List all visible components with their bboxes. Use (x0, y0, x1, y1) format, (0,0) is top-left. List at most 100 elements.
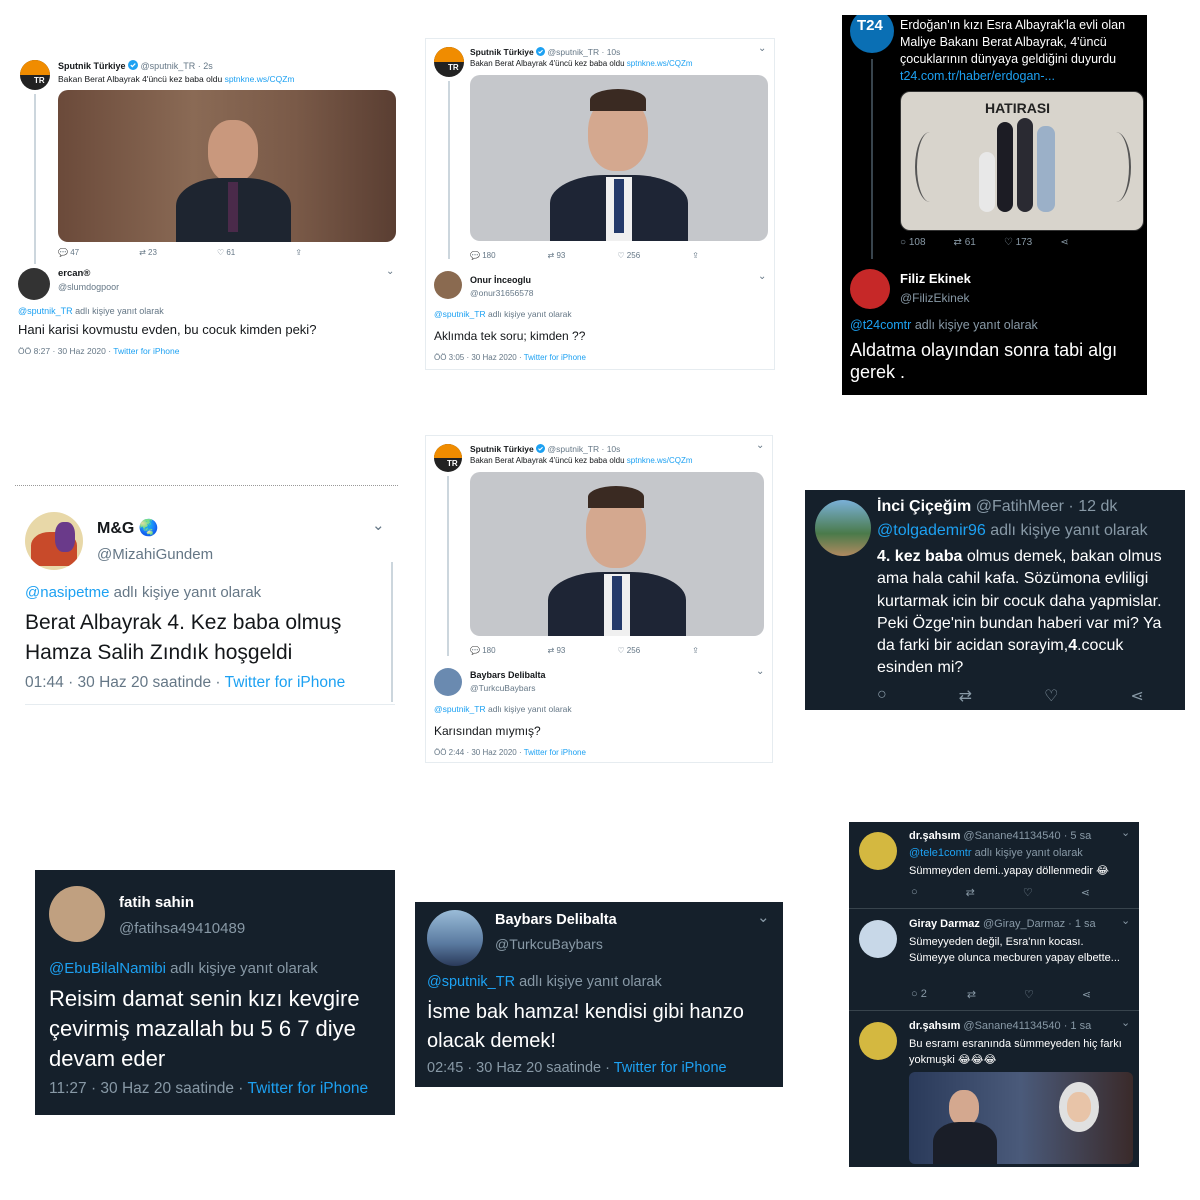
like-icon[interactable]: ♡ (1023, 886, 1033, 899)
onur-avatar[interactable] (434, 271, 462, 299)
reply-source[interactable]: Twitter for iPhone (113, 346, 179, 356)
filiz-avatar[interactable] (850, 269, 890, 309)
reply-icon[interactable]: 💬 180 (470, 646, 496, 655)
chevron-down-icon[interactable]: ⌄ (1121, 1016, 1130, 1029)
mg-avatar[interactable] (25, 512, 83, 570)
author-name[interactable]: Sputnik Türkiye (470, 444, 534, 454)
reply-author-name[interactable]: ercan® (58, 268, 90, 279)
reply-icon[interactable]: ○ (877, 686, 887, 706)
drsahsim-avatar[interactable] (859, 1022, 897, 1060)
tweet-link[interactable]: t24.com.tr/haber/erdogan-... (900, 69, 1055, 83)
drsahsim-avatar[interactable] (859, 832, 897, 870)
chevron-down-icon[interactable]: ⌄ (758, 271, 766, 282)
reply-author-handle[interactable]: @FilizEkinek (900, 291, 970, 305)
share-icon[interactable]: ⇪ (692, 646, 699, 655)
chevron-down-icon[interactable]: ⌄ (1121, 914, 1130, 927)
reply-author-handle[interactable]: @onur31656578 (470, 288, 533, 298)
like-icon[interactable]: ♡ (1024, 988, 1034, 1001)
share-icon[interactable]: ⇪ (295, 248, 302, 257)
share-icon[interactable]: ⋖ (1082, 988, 1091, 1001)
chevron-down-icon[interactable]: ⌄ (372, 516, 385, 534)
retweet-icon[interactable]: ⇄ (966, 886, 975, 899)
like-icon[interactable]: ♡ 173 (1004, 237, 1032, 248)
tweet-photo-albayrak[interactable] (470, 75, 768, 241)
sputnik-avatar[interactable]: TR (434, 47, 464, 77)
chevron-down-icon[interactable]: ⌄ (1121, 826, 1130, 839)
reply-author-handle[interactable]: @TurkcuBaybars (470, 683, 535, 693)
retweet-icon[interactable]: ⇄ (967, 988, 976, 1001)
reply-author-name[interactable]: Filiz Ekinek (900, 271, 971, 286)
author-handle[interactable]: @Giray_Darmaz (983, 918, 1065, 930)
reply-author-name[interactable]: Onur İnceoglu (470, 275, 531, 285)
author-handle[interactable]: @Sanane41134540 (963, 830, 1060, 842)
author-name[interactable]: Giray Darmaz (909, 918, 980, 930)
inci-avatar[interactable] (815, 500, 871, 556)
author-name[interactable]: İnci Çiçeğim (877, 498, 971, 515)
author-name[interactable]: dr.şahsım (909, 830, 960, 842)
author-handle[interactable]: @FatihMeer (976, 498, 1064, 515)
sputnik-avatar[interactable]: TR (20, 60, 50, 90)
tweet-photo-family[interactable]: HATIRASI (900, 91, 1144, 231)
tweet-link[interactable]: sptnkne.ws/CQZm (627, 456, 693, 465)
reply-context-handle[interactable]: @tele1comtr (909, 847, 972, 859)
retweet-icon[interactable]: ⇄ 61 (954, 237, 976, 248)
reply-icon[interactable]: 💬 180 (470, 251, 496, 260)
tweet-photo-albayrak[interactable] (58, 90, 396, 242)
tweet-source[interactable]: Twitter for iPhone (247, 1080, 368, 1097)
share-icon[interactable]: ⇪ (692, 251, 699, 260)
reply-context-handle[interactable]: @nasipetme (25, 584, 109, 601)
retweet-icon[interactable]: ⇄ (959, 686, 972, 706)
like-icon[interactable]: ♡ (1044, 686, 1058, 706)
tweet-link[interactable]: sptnkne.ws/CQZm (225, 74, 295, 84)
author-handle[interactable]: @Sanane41134540 (963, 1020, 1060, 1032)
tweet-source[interactable]: Twitter for iPhone (225, 674, 346, 691)
reply-icon[interactable]: ○ 108 (900, 237, 926, 248)
author-name[interactable]: Sputnik Türkiye (470, 47, 534, 57)
reply-source[interactable]: Twitter for iPhone (524, 353, 586, 362)
baybars-avatar[interactable] (434, 668, 462, 696)
reply-author-name[interactable]: Baybars Delibalta (470, 670, 546, 680)
reply-context-handle[interactable]: @sputnik_TR (427, 974, 515, 990)
share-icon[interactable]: ⋖ (1130, 686, 1143, 706)
tweet-photo-couple[interactable] (909, 1072, 1133, 1164)
reply-context-handle[interactable]: @t24comtr (850, 318, 911, 332)
tweet-photo-albayrak[interactable] (470, 472, 764, 636)
chevron-down-icon[interactable]: ⌄ (758, 43, 766, 54)
author-name[interactable]: M&G (97, 520, 134, 537)
tweet-link[interactable]: sptnkne.ws/CQZm (627, 59, 693, 68)
baybars-avatar[interactable] (427, 910, 483, 966)
tweet-source[interactable]: Twitter for iPhone (614, 1060, 727, 1076)
like-icon[interactable]: ♡ 256 (617, 251, 640, 260)
reply-context-handle[interactable]: @EbuBilalNamibi (49, 960, 166, 977)
author-name[interactable]: fatih sahin (119, 894, 194, 911)
retweet-icon[interactable]: ⇄ 23 (139, 248, 157, 257)
chevron-down-icon[interactable]: ⌄ (757, 908, 770, 926)
reply-icon[interactable]: 💬 47 (58, 248, 79, 257)
t24-avatar[interactable]: T24 (850, 15, 894, 53)
chevron-down-icon[interactable]: ⌄ (756, 440, 764, 451)
reply-icon[interactable]: ○ (911, 886, 918, 899)
author-handle[interactable]: @sputnik_TR (548, 444, 600, 454)
reply-context-handle[interactable]: @sputnik_TR (434, 309, 486, 319)
author-handle[interactable]: @sputnik_TR (141, 61, 196, 71)
author-handle[interactable]: @sputnik_TR (548, 47, 600, 57)
ercan-avatar[interactable] (18, 268, 50, 300)
retweet-icon[interactable]: ⇄ 93 (548, 646, 566, 655)
reply-author-handle[interactable]: @slumdogpoor (58, 282, 119, 292)
author-name[interactable]: dr.şahsım (909, 1020, 960, 1032)
reply-context-handle[interactable]: @tolgademir96 (877, 522, 986, 539)
reply-context-handle[interactable]: @sputnik_TR (434, 704, 486, 714)
reply-source[interactable]: Twitter for iPhone (524, 748, 586, 757)
reply-context-handle[interactable]: @sputnik_TR (18, 306, 73, 316)
author-name[interactable]: Sputnik Türkiye (58, 61, 126, 71)
chevron-down-icon[interactable]: ⌄ (386, 266, 394, 277)
share-icon[interactable]: ⋖ (1081, 886, 1090, 899)
author-handle[interactable]: @fatihsa49410489 (119, 920, 245, 937)
share-icon[interactable]: ⋖ (1060, 237, 1068, 248)
chevron-down-icon[interactable]: ⌄ (756, 666, 764, 677)
author-handle[interactable]: @TurkcuBaybars (495, 936, 603, 952)
retweet-icon[interactable]: ⇄ 93 (548, 251, 566, 260)
author-handle[interactable]: @MizahiGundem (97, 546, 213, 563)
author-name[interactable]: Baybars Delibalta (495, 912, 617, 928)
like-icon[interactable]: ♡ 61 (217, 248, 235, 257)
